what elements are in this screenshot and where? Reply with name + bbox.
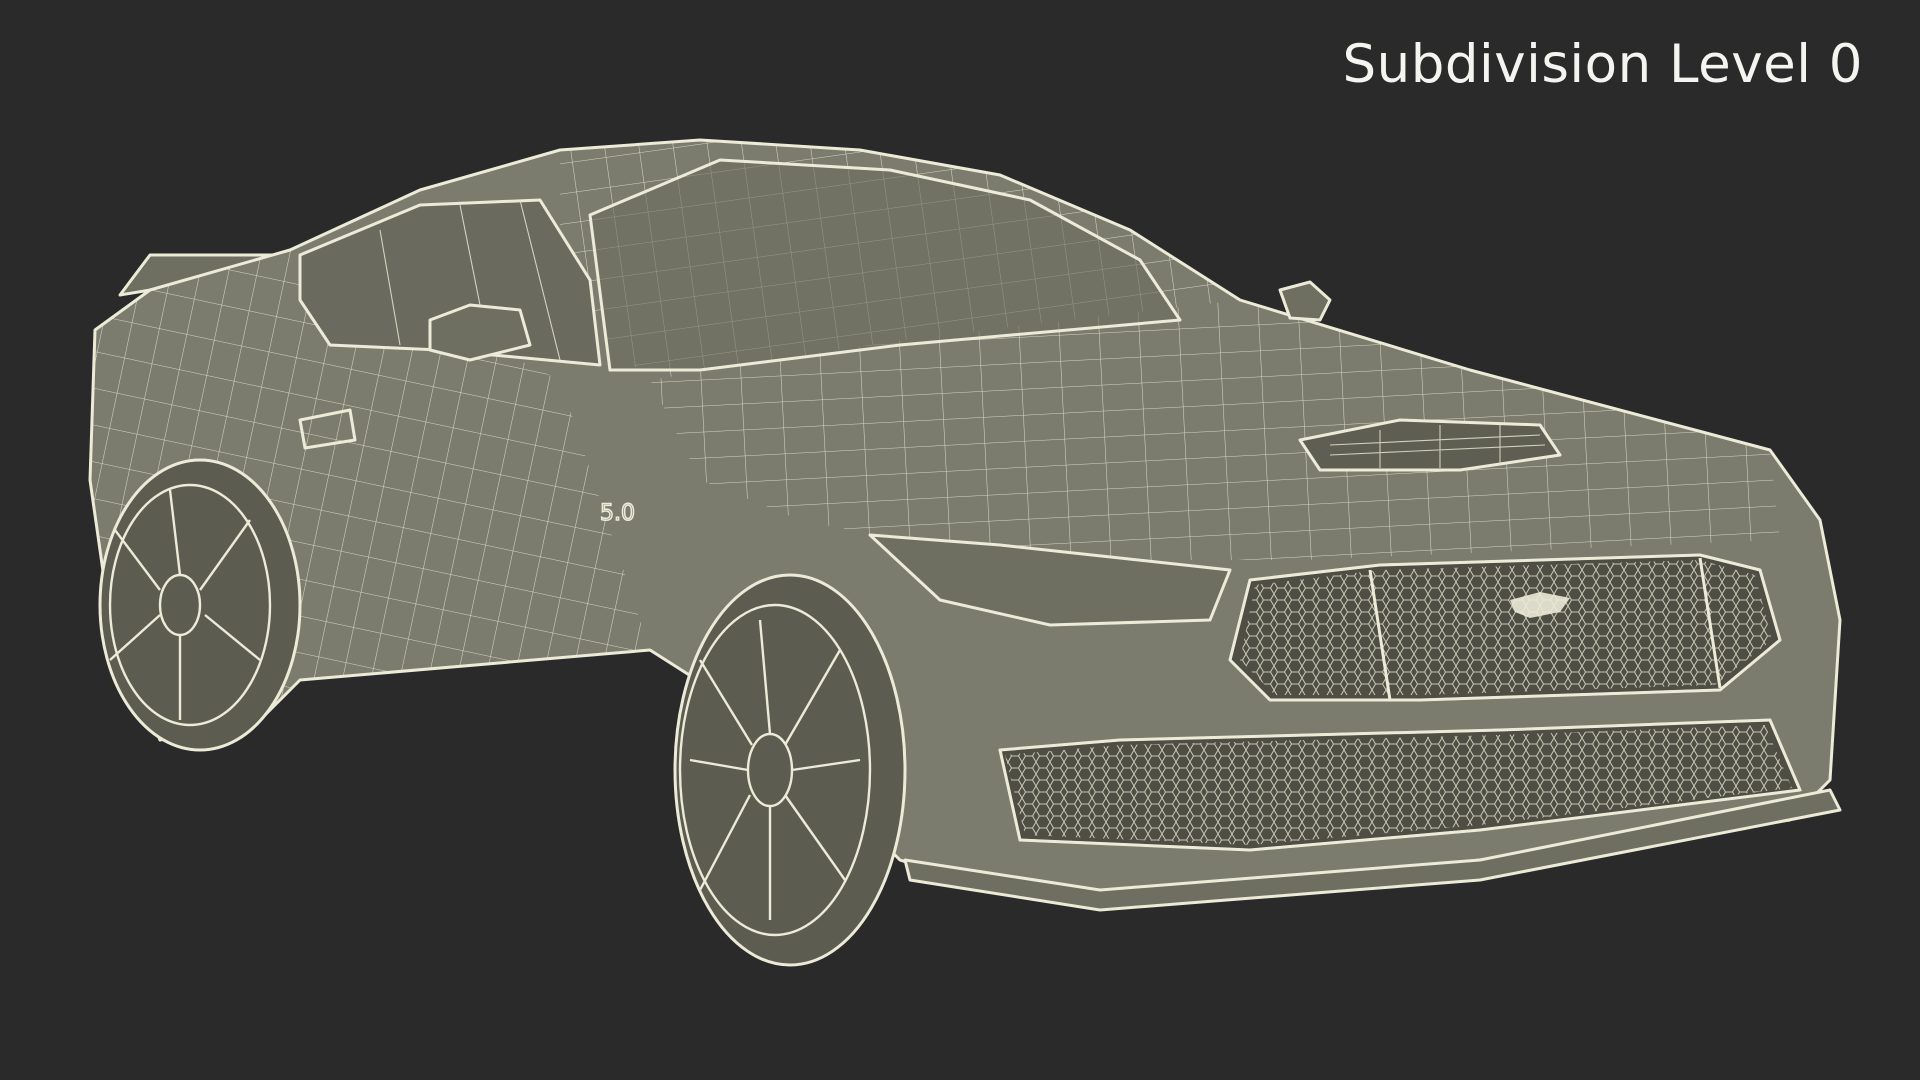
- fender-badge-text: 5.0: [600, 501, 635, 526]
- rear-wheel: [98, 458, 302, 752]
- car-wireframe-render: 5.0: [88, 138, 1842, 967]
- render-viewport: 5.0 Subdivision Level 0: [0, 0, 1920, 1080]
- front-wheel: [673, 573, 907, 967]
- front-grille-upper: [1228, 553, 1782, 702]
- fender-badge: 5.0: [599, 500, 636, 527]
- subdivision-level-label: Subdivision Level 0: [1342, 34, 1863, 95]
- side-mirror-right: [1278, 280, 1332, 322]
